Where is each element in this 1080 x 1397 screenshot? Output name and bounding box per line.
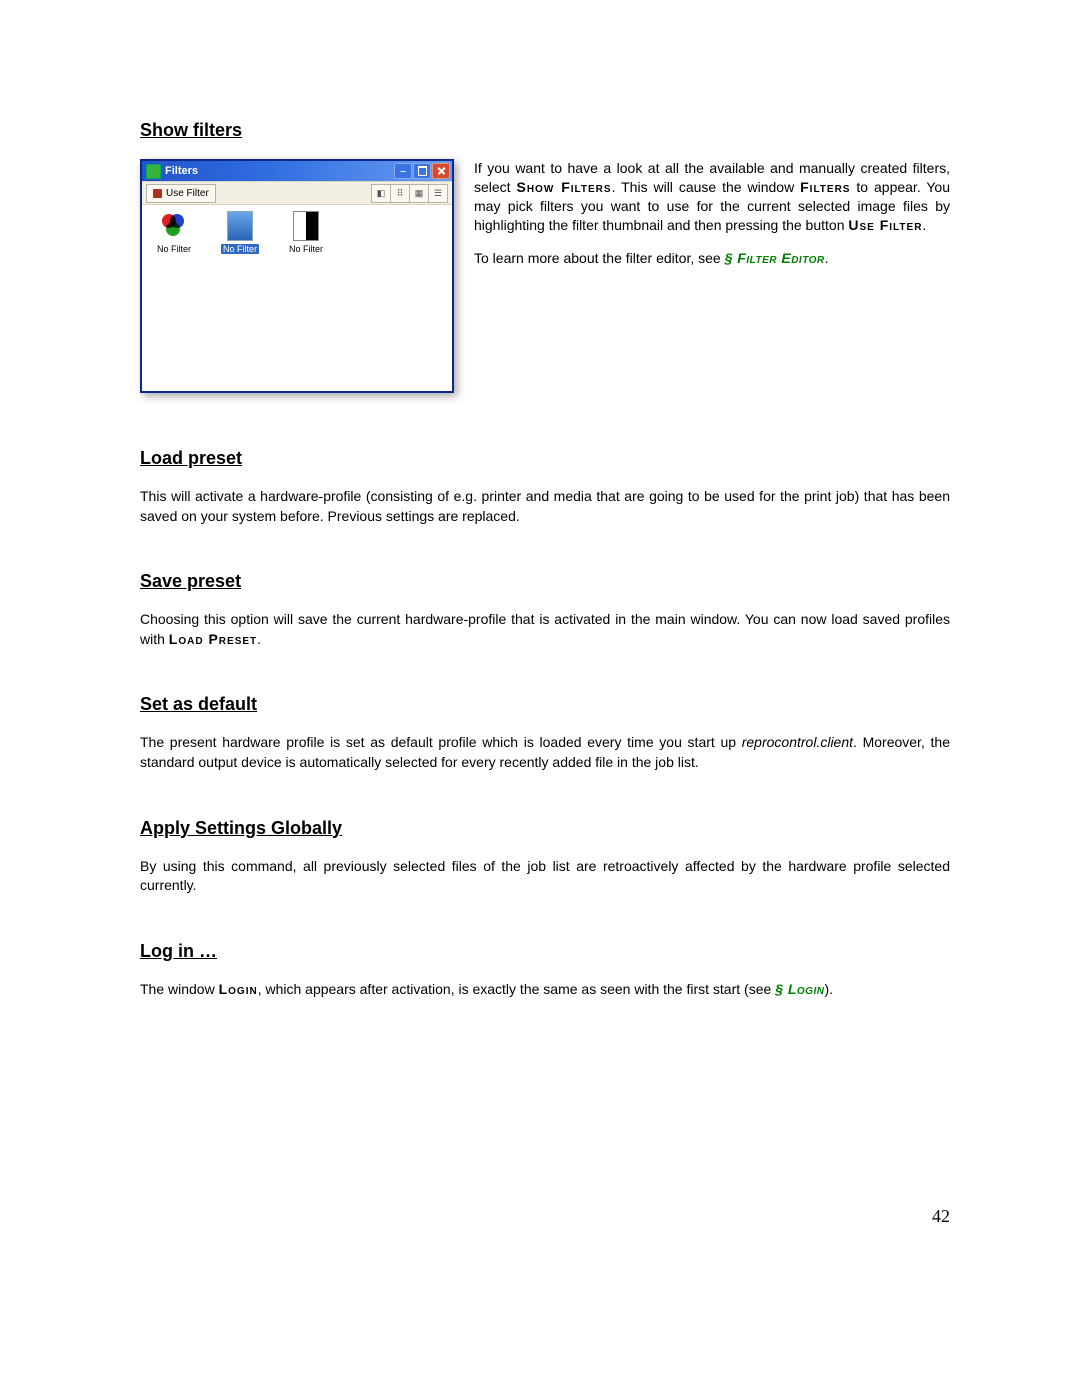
cmd-login-window: Login: [219, 981, 258, 997]
show-filters-para-1: If you want to have a look at all the av…: [474, 159, 950, 235]
window-title: Filters: [165, 165, 198, 177]
gradient-icon: [227, 211, 253, 241]
app-name: reprocontrol.client: [742, 734, 853, 750]
cmd-use-filter: Use Filter: [848, 217, 922, 233]
heading-load-preset: Load preset: [140, 448, 950, 469]
cmd-show-filters: Show Filters: [517, 179, 612, 195]
rgb-icon: [159, 211, 189, 241]
filters-thumbnail-area: No Filter No Filter No Filter: [142, 205, 452, 391]
view-mode-group: ◧ ⠿ ▦ ☰: [371, 184, 448, 203]
xref-filter-editor: § Filter Editor: [725, 250, 825, 266]
view-icon-2[interactable]: ⠿: [390, 185, 409, 202]
filter-thumb[interactable]: No Filter: [148, 211, 200, 254]
load-preset-body: This will activate a hardware-profile (c…: [140, 487, 950, 526]
cmd-load-preset: Load Preset: [169, 631, 257, 647]
use-filter-button[interactable]: Use Filter: [146, 184, 216, 203]
heading-login: Log in …: [140, 941, 950, 962]
minimize-button[interactable]: –: [394, 163, 412, 179]
page-number: 42: [932, 1206, 950, 1227]
view-icon-4[interactable]: ☰: [428, 185, 447, 202]
filter-thumb-selected[interactable]: No Filter: [214, 211, 266, 254]
cmd-filters-window: Filters: [800, 179, 850, 195]
filter-thumb[interactable]: No Filter: [280, 211, 332, 254]
heading-show-filters: Show filters: [140, 120, 950, 141]
close-button[interactable]: [432, 163, 450, 179]
save-preset-body: Choosing this option will save the curre…: [140, 610, 950, 649]
filters-window: Filters – Use Filter ◧ ⠿ ▦ ☰: [140, 159, 454, 393]
window-titlebar[interactable]: Filters –: [142, 161, 452, 181]
bw-split-icon: [293, 211, 319, 241]
use-filter-icon: [153, 189, 162, 198]
apply-global-body: By using this command, all previously se…: [140, 857, 950, 896]
set-default-body: The present hardware profile is set as d…: [140, 733, 950, 772]
filters-toolbar: Use Filter ◧ ⠿ ▦ ☰: [142, 181, 452, 205]
login-body: The window Login, which appears after ac…: [140, 980, 950, 1000]
view-icon-3[interactable]: ▦: [409, 185, 428, 202]
maximize-button[interactable]: [413, 163, 431, 179]
heading-set-default: Set as default: [140, 694, 950, 715]
app-icon: [146, 164, 161, 179]
heading-apply-global: Apply Settings Globally: [140, 818, 950, 839]
view-icon-1[interactable]: ◧: [372, 185, 390, 202]
heading-save-preset: Save preset: [140, 571, 950, 592]
show-filters-para-2: To learn more about the filter editor, s…: [474, 249, 950, 268]
xref-login: § Login: [775, 981, 824, 997]
